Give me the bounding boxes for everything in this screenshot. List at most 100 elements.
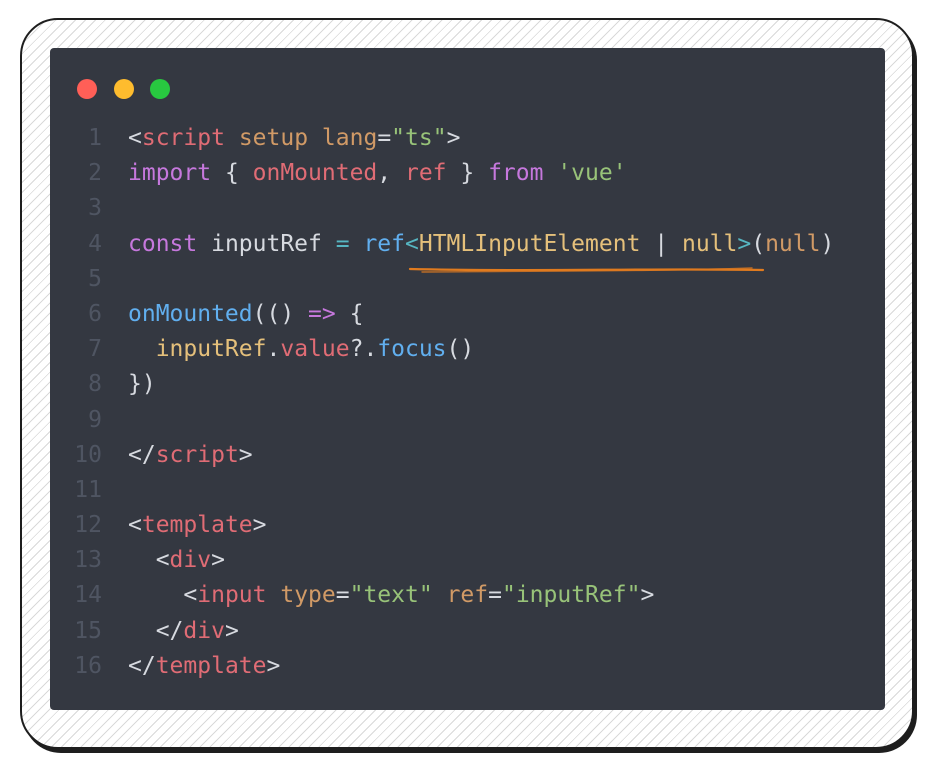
code-text: import { onMounted, ref } from 'vue' — [128, 156, 627, 191]
code-token: < — [128, 512, 142, 539]
line-number: 15 — [74, 617, 102, 644]
code-token: (() — [252, 300, 309, 327]
maximize-dot-icon[interactable] — [150, 79, 170, 99]
line-number: 4 — [88, 230, 102, 257]
code-token: . — [266, 336, 281, 363]
code-token: = — [335, 582, 350, 609]
code-line: 3 — [50, 191, 885, 226]
code-line: 5 — [50, 262, 885, 297]
code-token: setup — [238, 125, 309, 151]
code-token: > — [238, 441, 253, 468]
code-text: </div> — [128, 614, 239, 649]
line-number: 7 — [88, 336, 102, 363]
code-token: () — [446, 336, 475, 363]
code-token: </ — [128, 617, 184, 644]
line-number: 12 — [74, 512, 102, 539]
code-token: > — [211, 547, 225, 574]
code-token: div — [169, 547, 212, 574]
code-token: inputRef — [197, 230, 336, 257]
code-token: , — [377, 160, 405, 187]
code-token: "inputRef" — [501, 582, 641, 609]
code-line: 4 const inputRef = ref<HTMLInputElement |… — [50, 227, 885, 262]
code-token: ?. — [349, 336, 378, 363]
line-number: 8 — [88, 371, 102, 398]
minimize-dot-icon[interactable] — [114, 79, 134, 99]
code-block: 1 <script setup lang="ts"> 2 import { onMou… — [50, 121, 885, 684]
code-token: null — [765, 230, 821, 257]
code-token: input — [197, 582, 267, 609]
line-number: 16 — [74, 652, 102, 679]
code-token: = — [335, 230, 350, 257]
code-token: | — [640, 230, 682, 257]
code-token: template — [141, 512, 253, 539]
code-token: > — [252, 512, 267, 539]
code-token: script — [141, 125, 225, 151]
code-token: ( — [751, 230, 766, 257]
code-window: 1 <script setup lang="ts"> 2 import { onMou… — [50, 48, 885, 710]
code-token: < — [405, 230, 419, 257]
code-text: inputRef.value?.focus() — [128, 332, 475, 367]
code-line: 14 <input type="text" ref="inputRef"> — [50, 578, 885, 613]
code-token: 'vue' — [557, 160, 627, 187]
line-number: 3 — [88, 195, 102, 222]
line-number: 10 — [74, 441, 102, 468]
code-line: 7 inputRef.value?.focus() — [50, 332, 885, 367]
code-token: lang — [321, 125, 378, 151]
code-line: 8}) — [50, 367, 885, 402]
code-token: import — [128, 160, 212, 187]
code-token: = — [488, 582, 502, 609]
code-token: > — [640, 582, 655, 609]
code-token: template — [155, 652, 267, 679]
code-token: "text" — [349, 582, 433, 609]
code-line: 15 </div> — [50, 614, 885, 649]
code-line: 10 </script> — [50, 438, 885, 473]
code-token: ) — [820, 230, 835, 257]
code-token: < — [128, 125, 142, 151]
code-line: 16 </template> — [50, 649, 885, 684]
code-token: value — [280, 336, 350, 363]
line-number: 2 — [88, 160, 102, 187]
code-token: null — [681, 230, 738, 257]
code-text: </script> — [128, 438, 253, 473]
code-token: }) — [128, 371, 156, 398]
code-token: script — [155, 441, 239, 468]
code-token: < — [128, 547, 170, 574]
code-text: <input type="text" ref="inputRef"> — [128, 578, 654, 613]
code-token: > — [266, 652, 281, 679]
code-token: > — [224, 617, 239, 644]
code-token: </ — [128, 652, 156, 679]
code-token: onMounted — [252, 160, 378, 187]
line-number: 9 — [88, 406, 102, 433]
code-token: { — [211, 160, 253, 187]
code-token: from — [488, 160, 544, 187]
line-number: 13 — [74, 547, 102, 574]
code-text: <template> — [128, 508, 267, 543]
code-line: 11 — [50, 473, 885, 508]
close-dot-icon[interactable] — [77, 79, 97, 99]
code-token: => — [308, 300, 336, 327]
code-token: ref — [446, 582, 489, 609]
code-token: > — [737, 230, 752, 257]
code-token: div — [183, 617, 225, 644]
code-line: 6 onMounted(() => { — [50, 297, 885, 332]
code-token: onMounted — [128, 300, 253, 327]
code-text: const inputRef = ref<HTMLInputElement | … — [128, 227, 834, 262]
line-number: 5 — [88, 265, 102, 292]
code-token: > — [446, 125, 461, 151]
code-text: </template> — [128, 649, 280, 684]
code-text: }) — [128, 367, 156, 402]
code-line: 9 — [50, 403, 885, 438]
code-text: <script setup lang="ts"> — [128, 121, 460, 156]
code-token: ref — [363, 230, 405, 257]
code-line: 12 <template> — [50, 508, 885, 543]
code-token: = — [377, 125, 392, 151]
code-token: "ts" — [391, 125, 447, 151]
code-token: HTMLInputElement — [418, 230, 641, 257]
code-token: </ — [128, 441, 156, 468]
code-token: type — [280, 582, 336, 609]
